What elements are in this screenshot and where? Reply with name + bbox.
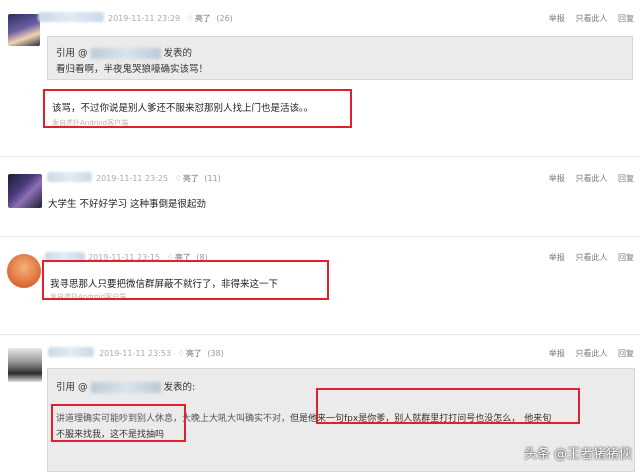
comment-actions: 举报 只看此人 回复 — [541, 348, 634, 359]
username-blurred[interactable] — [38, 12, 104, 22]
highlight-box — [316, 388, 580, 424]
divider — [0, 236, 640, 237]
like-label: 亮了 — [182, 174, 199, 183]
highlight-box — [51, 404, 186, 442]
highlight-box — [43, 89, 352, 128]
comment-meta: 2019-11-11 23:25 ♢亮了 (11) — [96, 173, 221, 184]
quote-suffix: 发表的: — [163, 382, 196, 393]
like-count: (11) — [204, 174, 221, 183]
timestamp: 2019-11-11 23:53 — [99, 349, 172, 358]
comment-meta: 2019-11-11 23:29 ♢亮了 (26) — [108, 13, 233, 24]
quoted-username-blurred[interactable] — [90, 382, 161, 393]
comment-1: 2019-11-11 23:29 ♢亮了 (26) 举报 只看此人 回复 引用 … — [0, 0, 640, 150]
comment-actions: 举报 只看此人 回复 — [541, 13, 634, 24]
reply-button[interactable]: 回复 — [618, 174, 634, 183]
report-button[interactable]: 举报 — [549, 14, 565, 23]
comment-actions: 举报 只看此人 回复 — [541, 173, 634, 184]
like-label: 亮了 — [185, 349, 202, 358]
reply-button[interactable]: 回复 — [618, 14, 634, 23]
comment-3: 2019-11-11 23:15 ♢亮了 (8) 举报 只看此人 回复 我寻思那… — [0, 240, 640, 330]
only-user-button[interactable]: 只看此人 — [575, 174, 607, 183]
like-count: (26) — [216, 14, 233, 23]
like-label: 亮了 — [194, 14, 211, 23]
only-user-button[interactable]: 只看此人 — [575, 349, 607, 358]
report-button[interactable]: 举报 — [549, 349, 565, 358]
like-button[interactable]: ♢亮了 — [175, 174, 199, 183]
username-blurred[interactable] — [48, 347, 94, 357]
quote-prefix: 引用 @ — [56, 382, 88, 393]
reply-button[interactable]: 回复 — [618, 253, 634, 262]
quote-suffix: 发表的 — [163, 48, 193, 59]
comment-actions: 举报 只看此人 回复 — [541, 252, 634, 263]
divider — [0, 334, 640, 335]
thumb-up-icon: ♢ — [186, 14, 194, 23]
avatar[interactable] — [8, 348, 42, 382]
like-button[interactable]: ♢亮了 — [178, 349, 202, 358]
quoted-username-blurred[interactable] — [90, 48, 161, 59]
avatar[interactable] — [7, 254, 41, 288]
timestamp: 2019-11-11 23:25 — [96, 174, 169, 183]
comment-2: 2019-11-11 23:25 ♢亮了 (11) 举报 只看此人 回复 大学生… — [0, 160, 640, 230]
watermark: 头条 @王者猪猪侠 — [523, 447, 632, 462]
avatar[interactable] — [8, 174, 42, 208]
highlight-box — [42, 260, 329, 300]
comment-text: 大学生 不好好学习 这种事倒是很起劲 — [48, 199, 207, 210]
timestamp: 2019-11-11 23:29 — [108, 14, 181, 23]
thumb-up-icon: ♢ — [174, 174, 182, 183]
quote-prefix: 引用 @ — [56, 48, 88, 59]
report-button[interactable]: 举报 — [549, 174, 565, 183]
username-blurred[interactable] — [47, 172, 92, 182]
only-user-button[interactable]: 只看此人 — [575, 14, 607, 23]
quote-header: 引用 @ 发表的 — [56, 45, 192, 59]
thumb-up-icon: ♢ — [177, 349, 185, 358]
reply-button[interactable]: 回复 — [618, 349, 634, 358]
like-count: (38) — [207, 349, 224, 358]
like-button[interactable]: ♢亮了 — [187, 14, 211, 23]
quote-text: 看归看啊，半夜鬼哭狼嚎确实该骂！ — [56, 64, 209, 75]
quote-block: 引用 @ 发表的 看归看啊，半夜鬼哭狼嚎确实该骂！ — [47, 36, 633, 80]
quote-header: 引用 @ 发表的: — [56, 379, 195, 393]
only-user-button[interactable]: 只看此人 — [575, 253, 607, 262]
divider — [0, 156, 640, 157]
comment-meta: 2019-11-11 23:53 ♢亮了 (38) — [99, 348, 224, 359]
avatar[interactable] — [8, 14, 40, 46]
report-button[interactable]: 举报 — [549, 253, 565, 262]
